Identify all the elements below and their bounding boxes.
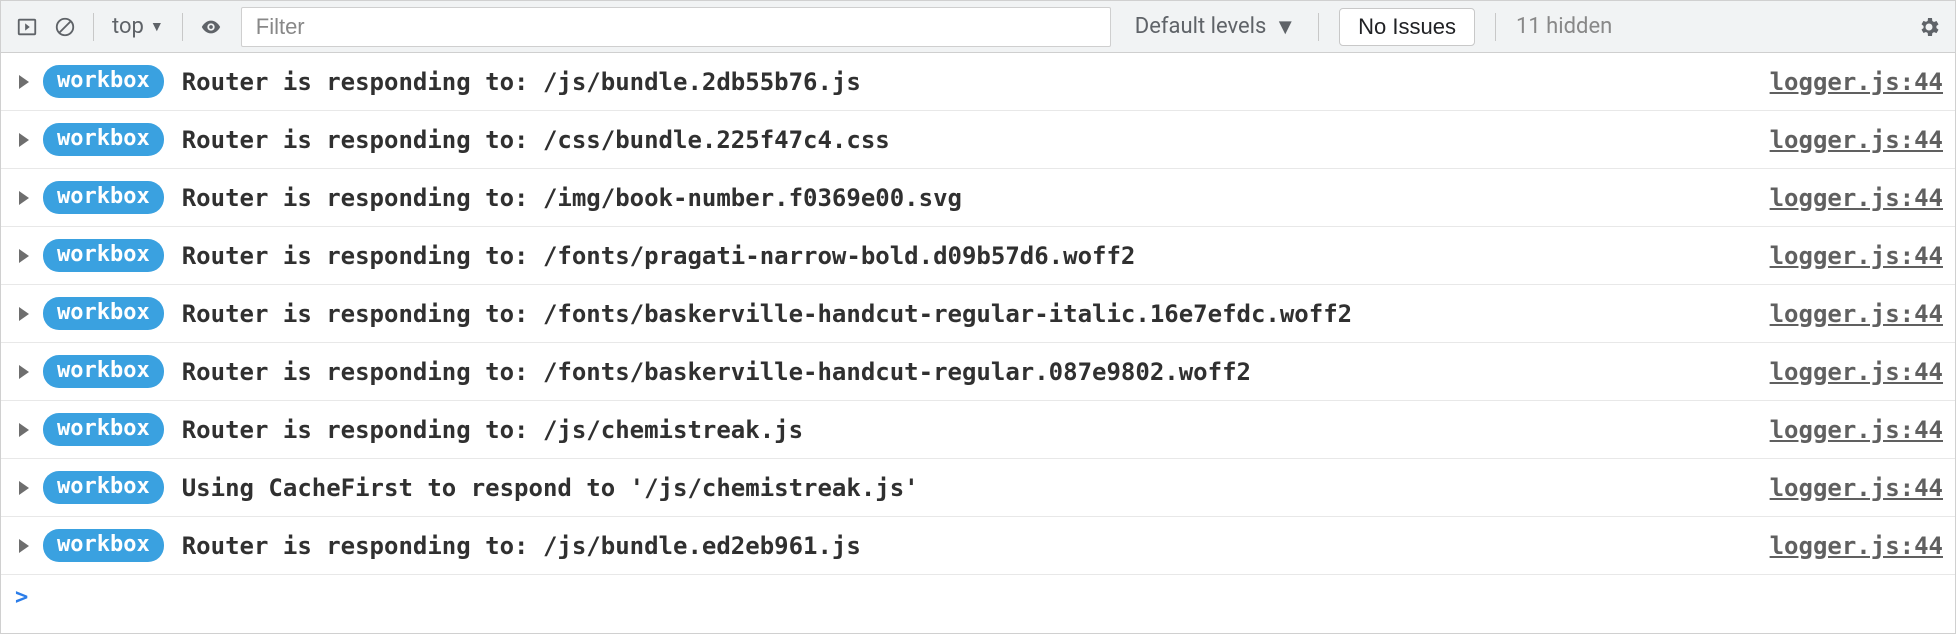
source-link[interactable]: logger.js:44 — [1770, 126, 1943, 154]
issues-button[interactable]: No Issues — [1339, 8, 1475, 46]
console-row[interactable]: workbox Router is responding to: /js/bund… — [1, 517, 1955, 575]
gear-icon[interactable] — [1913, 11, 1945, 43]
console-row[interactable]: workbox Router is responding to: /js/chem… — [1, 401, 1955, 459]
console-prompt[interactable]: > — [1, 575, 1955, 619]
log-message: Using CacheFirst to respond to '/js/chem… — [182, 474, 1770, 502]
workbox-badge: workbox — [43, 355, 164, 388]
levels-label: Default levels — [1135, 14, 1267, 39]
disclosure-triangle-icon[interactable] — [19, 539, 29, 553]
source-link[interactable]: logger.js:44 — [1770, 532, 1943, 560]
toggle-sidebar-icon[interactable] — [11, 11, 43, 43]
workbox-badge: workbox — [43, 471, 164, 504]
source-link[interactable]: logger.js:44 — [1770, 242, 1943, 270]
log-message: Router is responding to: /js/chemistreak… — [182, 416, 1770, 444]
source-link[interactable]: logger.js:44 — [1770, 300, 1943, 328]
source-link[interactable]: logger.js:44 — [1770, 416, 1943, 444]
prompt-caret-icon: > — [15, 585, 28, 610]
source-link[interactable]: logger.js:44 — [1770, 68, 1943, 96]
console-row[interactable]: workbox Using CacheFirst to respond to '/… — [1, 459, 1955, 517]
clear-console-icon[interactable] — [49, 11, 81, 43]
console-row[interactable]: workbox Router is responding to: /fonts/p… — [1, 227, 1955, 285]
console-row[interactable]: workbox Router is responding to: /fonts/b… — [1, 343, 1955, 401]
source-link[interactable]: logger.js:44 — [1770, 358, 1943, 386]
console-row[interactable]: workbox Router is responding to: /fonts/b… — [1, 285, 1955, 343]
workbox-badge: workbox — [43, 123, 164, 156]
divider — [93, 13, 94, 41]
log-message: Router is responding to: /fonts/pragati-… — [182, 242, 1770, 270]
workbox-badge: workbox — [43, 181, 164, 214]
log-message: Router is responding to: /js/bundle.ed2e… — [182, 532, 1770, 560]
console-toolbar: top ▼ Default levels ▼ No Issues 11 hidd… — [1, 1, 1955, 53]
workbox-badge: workbox — [43, 239, 164, 272]
disclosure-triangle-icon[interactable] — [19, 307, 29, 321]
console-row[interactable]: workbox Router is responding to: /css/bun… — [1, 111, 1955, 169]
chevron-down-icon: ▼ — [1274, 14, 1296, 40]
log-message: Router is responding to: /fonts/baskervi… — [182, 300, 1770, 328]
log-message: Router is responding to: /img/book-numbe… — [182, 184, 1770, 212]
console-log-list: workbox Router is responding to: /js/bund… — [1, 53, 1955, 575]
disclosure-triangle-icon[interactable] — [19, 133, 29, 147]
context-label: top — [112, 14, 144, 39]
console-row[interactable]: workbox Router is responding to: /img/boo… — [1, 169, 1955, 227]
filter-input[interactable] — [241, 7, 1111, 47]
eye-icon[interactable] — [195, 11, 227, 43]
divider — [1318, 13, 1319, 41]
source-link[interactable]: logger.js:44 — [1770, 184, 1943, 212]
hidden-count[interactable]: 11 hidden — [1508, 14, 1620, 39]
workbox-badge: workbox — [43, 65, 164, 98]
disclosure-triangle-icon[interactable] — [19, 365, 29, 379]
disclosure-triangle-icon[interactable] — [19, 75, 29, 89]
divider — [1495, 13, 1496, 41]
log-message: Router is responding to: /js/bundle.2db5… — [182, 68, 1770, 96]
log-message: Router is responding to: /css/bundle.225… — [182, 126, 1770, 154]
disclosure-triangle-icon[interactable] — [19, 249, 29, 263]
disclosure-triangle-icon[interactable] — [19, 481, 29, 495]
log-levels-selector[interactable]: Default levels ▼ — [1125, 14, 1306, 40]
context-selector[interactable]: top ▼ — [106, 14, 170, 39]
chevron-down-icon: ▼ — [150, 18, 164, 35]
workbox-badge: workbox — [43, 413, 164, 446]
disclosure-triangle-icon[interactable] — [19, 423, 29, 437]
console-row[interactable]: workbox Router is responding to: /js/bund… — [1, 53, 1955, 111]
log-message: Router is responding to: /fonts/baskervi… — [182, 358, 1770, 386]
source-link[interactable]: logger.js:44 — [1770, 474, 1943, 502]
disclosure-triangle-icon[interactable] — [19, 191, 29, 205]
workbox-badge: workbox — [43, 297, 164, 330]
divider — [182, 13, 183, 41]
workbox-badge: workbox — [43, 529, 164, 562]
